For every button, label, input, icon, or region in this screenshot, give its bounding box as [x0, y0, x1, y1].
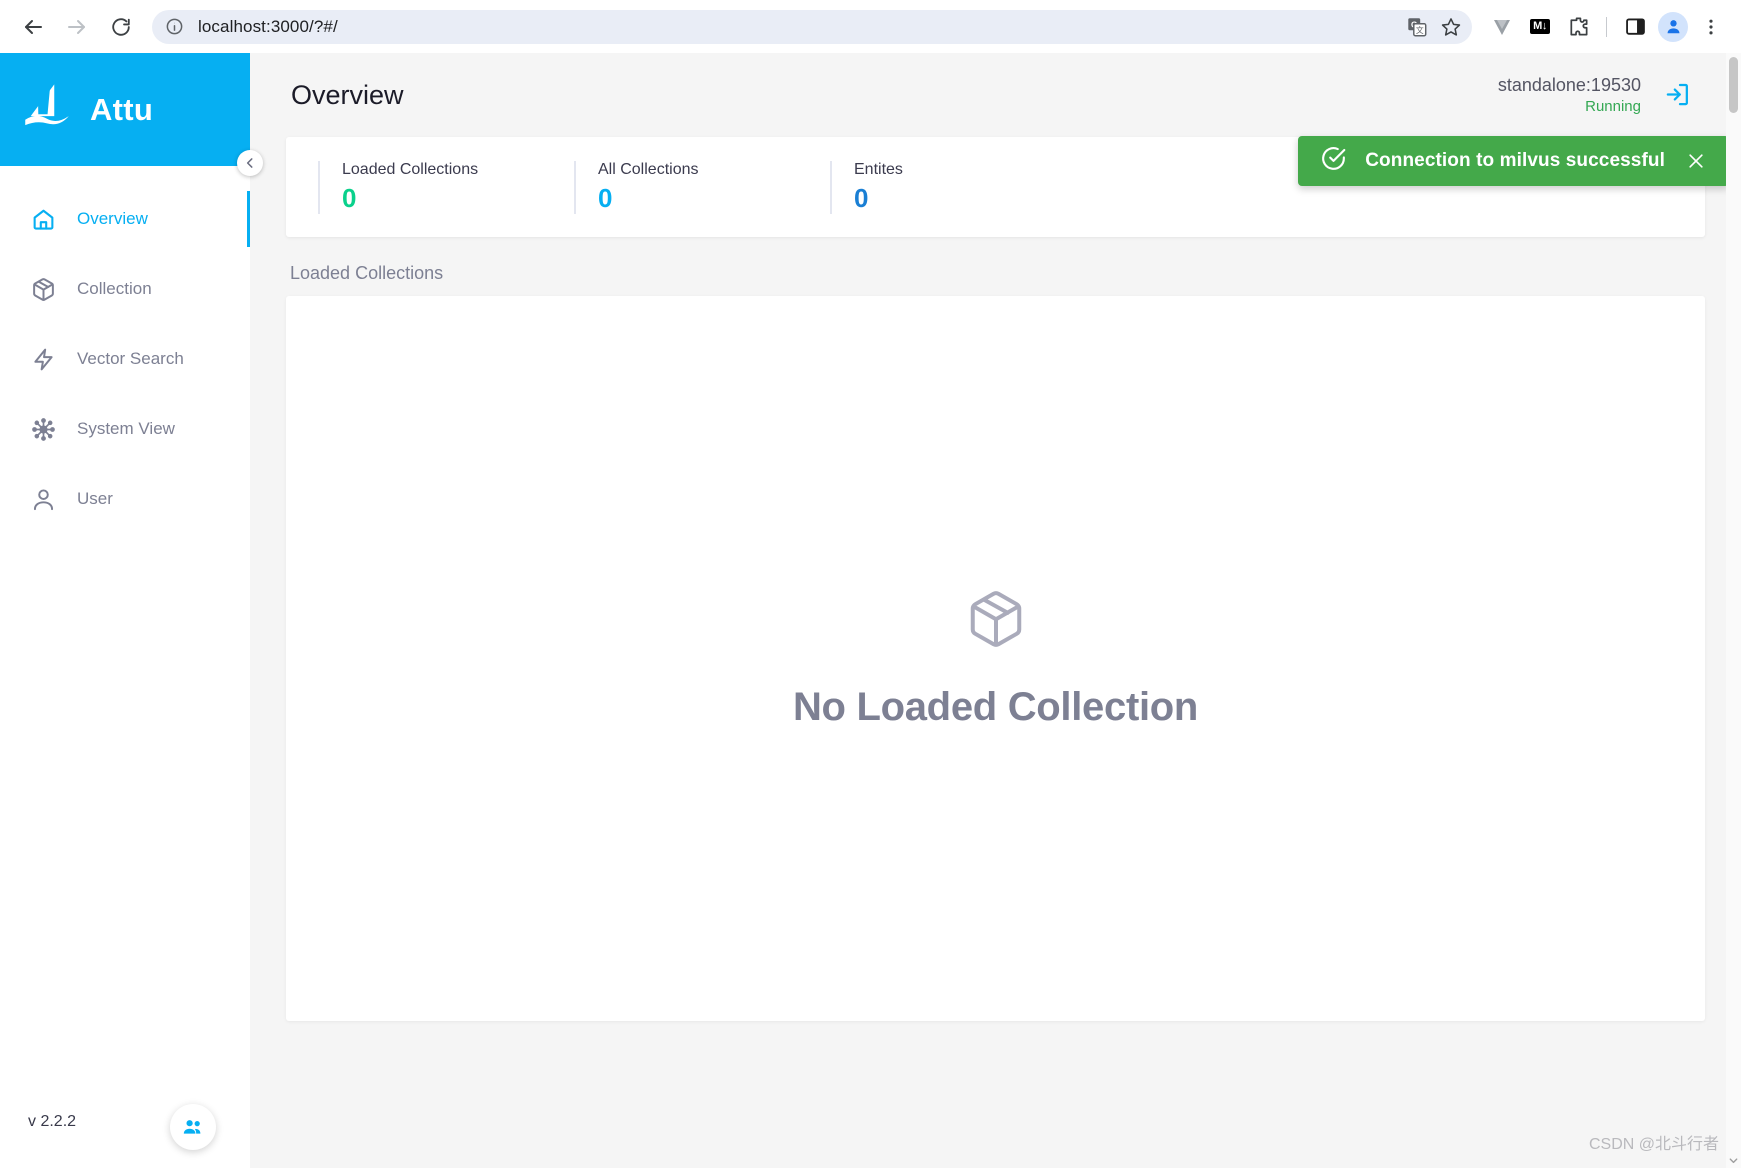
translate-icon[interactable]: G 文 — [1402, 12, 1432, 42]
address-bar[interactable]: localhost:3000/?#/ G 文 — [152, 9, 1472, 44]
extensions-puzzle-icon[interactable] — [1560, 9, 1596, 45]
forward-button[interactable] — [56, 6, 98, 48]
stat-value: 0 — [598, 182, 613, 213]
disconnect-icon[interactable] — [1663, 81, 1691, 109]
package-icon — [965, 588, 1027, 655]
toast-notification: Connection to milvus successful — [1298, 136, 1729, 186]
empty-state-title: No Loaded Collection — [792, 684, 1199, 729]
sidebar-item-user[interactable]: User — [0, 464, 250, 534]
sidebar-item-label: Collection — [77, 279, 152, 298]
page-scrollbar-thumb[interactable] — [1729, 57, 1738, 113]
connection-state-badge: Running — [1585, 97, 1641, 115]
chrome-menu-icon[interactable] — [1693, 9, 1729, 45]
page-title: Overview — [291, 79, 404, 110]
bookmark-star-icon[interactable] — [1436, 12, 1466, 42]
stat-label: Loaded Collections — [342, 160, 479, 178]
markdown-extension-icon[interactable]: M↓ — [1522, 9, 1558, 45]
stat-all-collections: All Collections 0 — [574, 160, 814, 214]
brand-name: Attu — [90, 91, 154, 127]
watermark: CSDN @北斗行者 — [1588, 1136, 1719, 1153]
scroll-down-arrow-icon[interactable] — [1728, 1153, 1739, 1164]
side-panel-icon[interactable] — [1617, 9, 1653, 45]
browser-toolbar: localhost:3000/?#/ G 文 — [0, 0, 1741, 53]
package-icon — [30, 276, 56, 302]
check-circle-icon — [1320, 145, 1347, 177]
sidebar-item-label: Overview — [77, 209, 148, 228]
loaded-collections-panel: No Loaded Collection — [286, 296, 1705, 1021]
page-header: Overview standalone:19530 Running — [286, 53, 1705, 137]
sidebar-item-overview[interactable]: Overview — [0, 184, 250, 254]
stat-value: 0 — [854, 182, 869, 213]
toolbar-divider — [1606, 16, 1607, 37]
vimium-extension-icon[interactable] — [1484, 9, 1520, 45]
stat-loaded-collections: Loaded Collections 0 — [318, 160, 558, 214]
brand-header: Attu — [0, 53, 263, 176]
person-icon — [30, 486, 56, 512]
connection-address: standalone:19530 — [1497, 74, 1641, 95]
sidebar-item-label: Vector Search — [77, 349, 184, 368]
attu-sailboat-logo-icon — [18, 78, 76, 141]
community-button[interactable] — [170, 1104, 216, 1150]
reload-button[interactable] — [100, 6, 142, 48]
sidebar-item-label: System View — [77, 419, 175, 438]
connection-status: standalone:19530 Running — [1498, 74, 1705, 117]
sidebar-item-collection[interactable]: Collection — [0, 254, 250, 324]
url-text[interactable]: localhost:3000/?#/ — [188, 17, 1402, 37]
stat-value: 0 — [342, 182, 357, 213]
site-info-icon[interactable] — [160, 13, 188, 41]
sidebar-footer: v 2.2.2 — [0, 1090, 250, 1168]
back-button[interactable] — [12, 6, 54, 48]
profile-avatar-icon[interactable] — [1655, 9, 1691, 45]
sidebar-item-system-view[interactable]: System View — [0, 394, 250, 464]
version-label: v 2.2.2 — [28, 1113, 77, 1130]
sidebar-item-vector-search[interactable]: Vector Search — [0, 324, 250, 394]
sidebar-item-label: User — [77, 489, 113, 508]
sidebar-nav: Overview Collection Vector Search System… — [0, 184, 250, 534]
attu-app: Attu Overview Collection Vector Search S… — [0, 53, 1741, 1168]
network-icon — [30, 416, 56, 442]
sidebar: Attu Overview Collection Vector Search S… — [0, 53, 263, 1168]
toast-close-button[interactable] — [1683, 148, 1709, 174]
lightning-icon — [30, 346, 56, 372]
svg-text:文: 文 — [1416, 25, 1424, 35]
stat-label: Entites — [854, 160, 903, 178]
home-icon — [30, 206, 56, 232]
section-label-loaded-collections: Loaded Collections — [290, 263, 444, 283]
main-content: Overview standalone:19530 Running Loaded… — [250, 53, 1741, 1168]
toast-message: Connection to milvus successful — [1365, 150, 1665, 171]
stat-label: All Collections — [598, 160, 699, 178]
page-scrollbar-track[interactable] — [1726, 53, 1741, 1168]
stat-entities: Entites 0 — [830, 160, 1070, 214]
extension-toolbar: M↓ — [1484, 9, 1729, 45]
sidebar-collapse-button[interactable] — [237, 150, 263, 176]
